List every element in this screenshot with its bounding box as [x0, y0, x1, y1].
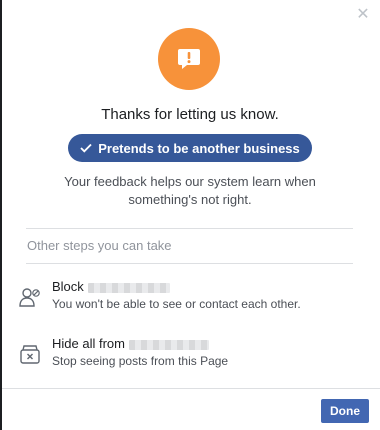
block-option-description: You won't be able to see or contact each… — [52, 297, 301, 311]
divider — [26, 228, 353, 229]
selected-reason-label: Pretends to be another business — [98, 140, 300, 156]
footer-divider — [2, 388, 380, 389]
steps-header: Other steps you can take — [27, 238, 172, 253]
speech-bubble-exclamation-icon — [158, 28, 220, 90]
block-person-icon — [18, 285, 42, 309]
block-option-title: Block — [52, 279, 84, 294]
block-option[interactable]: Block You won't be able to see or contac… — [18, 279, 358, 315]
redacted-name — [128, 339, 209, 350]
thanks-message: Thanks for letting us know. — [101, 106, 279, 123]
done-button[interactable]: Done — [321, 399, 369, 423]
checkmark-icon — [80, 143, 92, 153]
redacted-name — [87, 282, 170, 293]
hide-all-option-title: Hide all from — [52, 336, 125, 351]
divider — [26, 263, 353, 264]
hide-all-option-description: Stop seeing posts from this Page — [52, 354, 229, 368]
close-icon[interactable]: ✕ — [356, 7, 370, 23]
selected-reason-pill[interactable]: Pretends to be another business — [68, 134, 312, 162]
feedback-message: Your feedback helps our system learn whe… — [64, 174, 316, 207]
hide-box-icon — [18, 342, 42, 366]
hide-all-option[interactable]: Hide all from Stop seeing posts from thi… — [18, 336, 358, 372]
window-edge — [0, 0, 2, 430]
